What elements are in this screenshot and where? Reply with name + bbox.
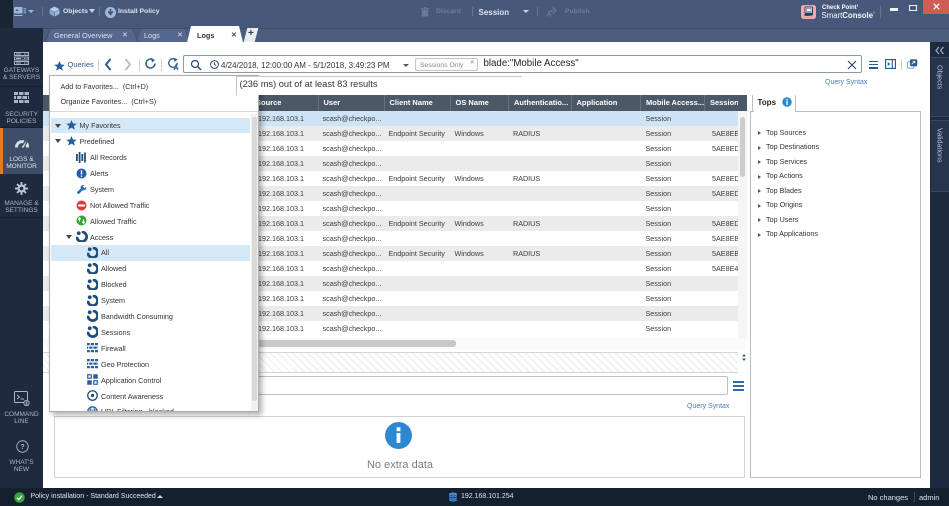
svg-text:?: ? xyxy=(20,444,24,451)
